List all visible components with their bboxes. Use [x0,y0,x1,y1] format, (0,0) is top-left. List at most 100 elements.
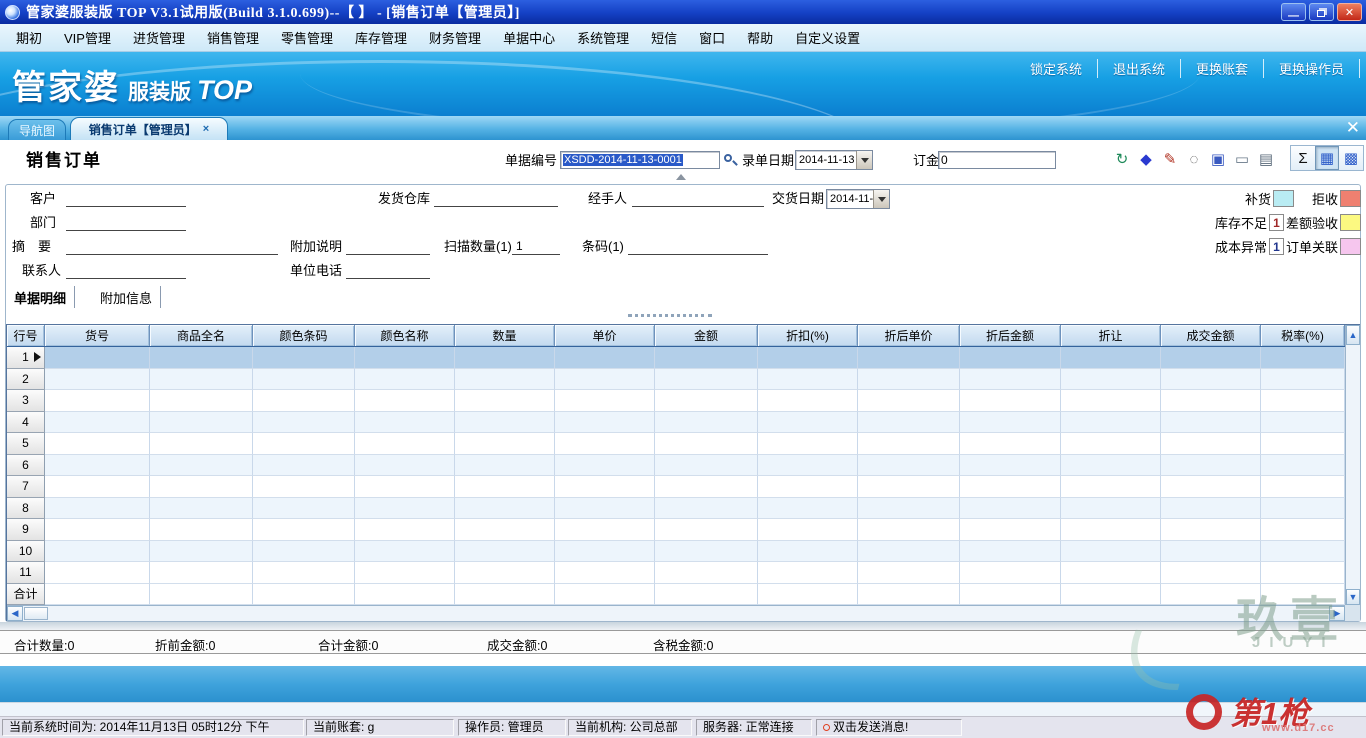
grid-cell[interactable] [655,390,758,412]
scan-qty-input[interactable]: 1 [512,238,560,255]
grid-cell[interactable] [1261,390,1345,412]
doc-no-input[interactable]: XSDD-2014-11-13-0001 [560,151,720,169]
grid-cell[interactable] [45,498,150,520]
menu-item-6[interactable]: 库存管理 [351,26,411,49]
grid-cell[interactable] [45,562,150,584]
grid-cell[interactable] [45,455,150,477]
scroll-up-icon[interactable]: ▲ [1346,325,1360,345]
grid-cell[interactable] [1061,476,1161,498]
grid-cell[interactable] [1261,541,1345,563]
grid-cell[interactable] [253,369,355,391]
grid-cell[interactable] [1261,347,1345,369]
grid-header-cell-11[interactable]: 折后金额 [960,325,1061,346]
grid-header-cell-1[interactable]: 行号 [7,325,45,346]
grid-cell[interactable] [758,347,858,369]
grid-header-cell-3[interactable]: 商品全名 [150,325,253,346]
row-selector-9[interactable]: 9 [7,519,45,541]
row-selector-4[interactable]: 4 [7,412,45,434]
grid-cell[interactable] [1061,498,1161,520]
grid-cell[interactable] [655,584,758,606]
splitter-handle[interactable] [628,314,712,317]
grid-cell[interactable] [1161,433,1261,455]
scrollbar-thumb[interactable] [24,607,48,620]
grid-cell[interactable] [150,562,253,584]
grid-cell[interactable] [555,369,655,391]
menu-item-2[interactable]: VIP管理 [60,26,115,49]
grid-cell[interactable] [555,541,655,563]
row-selector-7[interactable]: 7 [7,476,45,498]
grid-cell[interactable] [355,498,455,520]
row-selector-10[interactable]: 10 [7,541,45,563]
grid-cell[interactable] [960,476,1061,498]
refresh-icon[interactable]: ↻ [1110,147,1134,171]
grid-cell[interactable] [960,412,1061,434]
row-selector-合计[interactable]: 合计 [7,584,45,606]
menu-item-4[interactable]: 销售管理 [203,26,263,49]
grid-cell[interactable] [253,541,355,563]
grid-cell[interactable] [1261,476,1345,498]
collapse-arrow-icon[interactable] [676,174,686,180]
grid-cell[interactable] [150,541,253,563]
grid-cell[interactable] [1261,455,1345,477]
grid-cell[interactable] [455,433,555,455]
grid-cell[interactable] [355,455,455,477]
grid-cell[interactable] [1261,433,1345,455]
grid-cell[interactable] [758,584,858,606]
grid-cell[interactable] [555,412,655,434]
grid-cell[interactable] [758,412,858,434]
grid-cell[interactable] [455,476,555,498]
banner-link-2[interactable]: 退出系统 [1098,59,1181,78]
grid-cell[interactable] [655,433,758,455]
grid-header-cell-10[interactable]: 折后单价 [858,325,960,346]
grid-cell[interactable] [45,412,150,434]
banner-link-3[interactable]: 更换账套 [1181,59,1264,78]
grid-view-icon[interactable]: ▦ [1315,146,1339,170]
grid-cell[interactable] [150,498,253,520]
grid-cell[interactable] [1161,412,1261,434]
matrix-view-icon[interactable]: ▩ [1339,146,1363,170]
menu-item-8[interactable]: 单据中心 [499,26,559,49]
grid-cell[interactable] [858,584,960,606]
deposit-input[interactable]: 0 [938,151,1056,169]
grid-cell[interactable] [1261,369,1345,391]
department-input[interactable] [66,214,186,231]
grid-cell[interactable] [355,433,455,455]
menu-item-1[interactable]: 期初 [12,26,46,49]
tab-extra-info[interactable]: 附加信息 [92,286,161,308]
grid-cell[interactable] [455,562,555,584]
tab-sales-order[interactable]: 销售订单【管理员】 × [70,117,228,140]
grid-header-cell-4[interactable]: 颜色条码 [253,325,355,346]
grid-cell[interactable] [455,455,555,477]
vertical-scrollbar[interactable]: ▲ ▼ [1345,325,1360,605]
grid-cell[interactable] [655,562,758,584]
eraser-icon[interactable]: ◆ [1134,147,1158,171]
grid-cell[interactable] [858,562,960,584]
grid-header-cell-2[interactable]: 货号 [45,325,150,346]
sum-icon[interactable]: Σ [1291,146,1315,170]
grid-cell[interactable] [45,433,150,455]
grid-cell[interactable] [455,541,555,563]
search-icon[interactable] [722,152,738,168]
grid-cell[interactable] [45,541,150,563]
restore-button[interactable] [1309,3,1334,21]
grid-cell[interactable] [1261,412,1345,434]
grid-cell[interactable] [455,519,555,541]
grid-cell[interactable] [555,347,655,369]
grid-cell[interactable] [253,347,355,369]
row-selector-5[interactable]: 5 [7,433,45,455]
grid-cell[interactable] [355,347,455,369]
row-selector-3[interactable]: 3 [7,390,45,412]
grid-cell[interactable] [858,476,960,498]
grid-cell[interactable] [1161,455,1261,477]
grid-cell[interactable] [655,476,758,498]
lasso-icon[interactable]: ◌ [1182,147,1206,171]
grid-cell[interactable] [355,412,455,434]
close-button[interactable]: ✕ [1337,3,1362,21]
grid-cell[interactable] [960,369,1061,391]
grid-cell[interactable] [1161,562,1261,584]
grid-cell[interactable] [960,498,1061,520]
grid-cell[interactable] [1161,498,1261,520]
menu-item-10[interactable]: 短信 [647,26,681,49]
grid-cell[interactable] [858,369,960,391]
contact-input[interactable] [66,262,186,279]
